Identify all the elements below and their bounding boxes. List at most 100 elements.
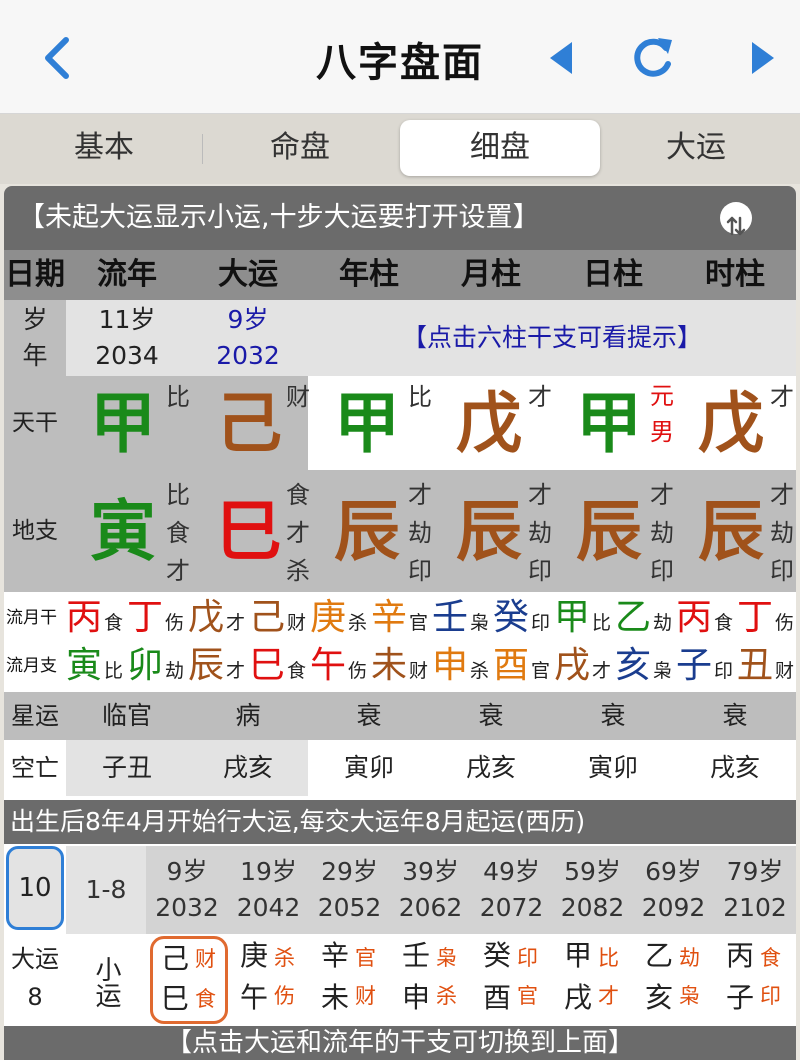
triangle-right-icon[interactable]: [750, 40, 776, 76]
liuyue-gan-8[interactable]: 癸印: [493, 594, 550, 642]
liuyue-zhi-11[interactable]: 子印: [676, 642, 733, 690]
tab-basic[interactable]: 基本: [4, 120, 204, 176]
kongwang-dayun: 戌亥: [188, 740, 308, 796]
tiangan-dayun-god: 财: [286, 383, 310, 411]
liuyue-zhi-12[interactable]: 丑财: [737, 642, 794, 690]
xiaoyun-range: 1-8: [66, 846, 146, 934]
xingyun-year: 衰: [308, 692, 430, 740]
dayun-age[interactable]: 9岁 2032: [188, 300, 308, 376]
footer-hint: 【点击大运和流年的干支可切换到上面】: [4, 1026, 796, 1060]
dizhi-hour[interactable]: 辰: [698, 499, 764, 565]
dayun-step-1[interactable]: 9岁 2032: [146, 846, 228, 934]
liuyue-zhi-1[interactable]: 寅比: [66, 642, 123, 690]
dayun-note: 出生后8年4月开始行大运,每交大运年8月起运(西历): [4, 800, 796, 844]
bazi-card: 【未起大运显示小运,十步大运要打开设置】 日期 流年 大运 年柱 月柱 日柱 时…: [4, 186, 796, 800]
dayun-step-8[interactable]: 79岁 2102: [714, 846, 796, 934]
dayun-ganzhi-8[interactable]: 丙食子印: [718, 934, 796, 1026]
dayun-ganzhi-4[interactable]: 壬枭申杀: [394, 934, 471, 1026]
dizhi-year-gods: 才劫印: [408, 481, 432, 585]
liuyue-gan-6[interactable]: 辛官: [371, 594, 428, 642]
xingyun-label: 星运: [4, 692, 66, 740]
dayun-ganzhi-7[interactable]: 乙劫亥枭: [637, 934, 714, 1026]
tiangan-hour-god: 才: [770, 383, 794, 411]
dayun-step-6[interactable]: 59岁 2082: [552, 846, 633, 934]
dizhi-hour-gods: 才劫印: [770, 481, 794, 585]
liuyue-gan-11[interactable]: 丙食: [676, 594, 733, 642]
nav-bar: 八字盘面: [0, 0, 800, 114]
liuyue-zhi-6[interactable]: 未财: [371, 642, 428, 690]
dizhi-month[interactable]: 辰: [456, 499, 522, 565]
liuyue-zhi-3[interactable]: 辰才: [188, 642, 245, 690]
tiangan-dayun[interactable]: 己: [216, 391, 282, 457]
liuyue-zhi-10[interactable]: 亥枭: [615, 642, 672, 690]
tab-bar: 基本 命盘 细盘 大运: [0, 114, 800, 184]
tiangan-month[interactable]: 戊: [456, 391, 522, 457]
tiangan-year[interactable]: 甲: [334, 391, 400, 457]
dayun-step-2[interactable]: 19岁 2042: [228, 846, 309, 934]
liuyue-gan-1[interactable]: 丙食: [66, 594, 123, 642]
dayun-step-3[interactable]: 29岁 2052: [309, 846, 390, 934]
liuyue-gan-7[interactable]: 壬枭: [432, 594, 489, 642]
dayun-ganzhi-5[interactable]: 癸印酉官: [475, 934, 552, 1026]
liuyue-zhi-4[interactable]: 巳食: [249, 642, 306, 690]
tiangan-hour[interactable]: 戊: [698, 391, 764, 457]
dizhi-month-gods: 才劫印: [528, 481, 552, 585]
notice-bar: 【未起大运显示小运,十步大运要打开设置】: [4, 186, 796, 250]
dizhi-year[interactable]: 辰: [334, 499, 400, 565]
dizhi-day[interactable]: 辰: [576, 499, 642, 565]
dayun-ganzhi-3[interactable]: 辛官未财: [313, 934, 390, 1026]
liuyue-zhi-row: 流月支 寅比 卯劫 辰才 巳食 午伤 未财 申杀 酉官 戌才 亥枭 子印 丑财: [4, 642, 796, 690]
dizhi-dayun[interactable]: 巳: [216, 499, 282, 565]
liuyue-zhi-7[interactable]: 申杀: [432, 642, 489, 690]
refresh-icon[interactable]: [630, 34, 676, 80]
liuyue-gan-2[interactable]: 丁伤: [127, 594, 184, 642]
tab-xipan[interactable]: 细盘: [400, 120, 600, 176]
dayun-step-5[interactable]: 49岁 2072: [471, 846, 552, 934]
liuyue-gan-label: 流月干: [6, 608, 57, 628]
liuyue-gan-5[interactable]: 庚杀: [310, 594, 367, 642]
col-day-pillar: 日柱: [552, 250, 674, 300]
dayun-ganzhi-1[interactable]: 己财巳食: [150, 936, 228, 1024]
notice-text: 【未起大运显示小运,十步大运要打开设置】: [18, 202, 540, 233]
liuyue-gan-3[interactable]: 戊才: [188, 594, 245, 642]
tiangan-liunian[interactable]: 甲: [90, 391, 156, 457]
current-age-box[interactable]: 10: [6, 846, 64, 930]
dayun-ganzhi-2[interactable]: 庚杀午伤: [232, 934, 309, 1026]
tiangan-day[interactable]: 甲: [576, 391, 642, 457]
tab-dayun[interactable]: 大运: [596, 120, 796, 176]
tab-mingpan[interactable]: 命盘: [200, 120, 400, 176]
liuyue-gan-12[interactable]: 丁伤: [737, 594, 794, 642]
liuyue-zhi-8[interactable]: 酉官: [493, 642, 550, 690]
tiangan-label: 天干: [4, 376, 66, 470]
col-dayun: 大运: [188, 250, 308, 300]
xingyun-liunian: 临官: [66, 692, 188, 740]
xingyun-day: 衰: [552, 692, 674, 740]
age-row-label: 岁年: [4, 300, 66, 376]
dizhi-dayun-gods: 食才杀: [286, 481, 310, 585]
liuyue-gan-row: 流月干 丙食 丁伤 戊才 己财 庚杀 辛官 壬枭 癸印 甲比 乙劫 丙食 丁伤: [4, 594, 796, 642]
dayun-section: 出生后8年4月开始行大运,每交大运年8月起运(西历) 10 1-8 9岁 2032…: [4, 800, 796, 1060]
liuyue-gan-9[interactable]: 甲比: [554, 594, 611, 642]
dayun-step-7[interactable]: 69岁 2092: [633, 846, 714, 934]
dayun-step-4[interactable]: 39岁 2062: [390, 846, 471, 934]
liuyue-gan-10[interactable]: 乙劫: [615, 594, 672, 642]
dayun-ganzhi-6[interactable]: 甲比戌才: [556, 934, 633, 1026]
liuyue-zhi-2[interactable]: 卯劫: [127, 642, 184, 690]
col-liunian: 流年: [66, 250, 188, 300]
xiaoyun-label[interactable]: 小运: [66, 934, 146, 1026]
swap-icon[interactable]: [720, 202, 752, 236]
tiangan-liunian-god: 比: [166, 383, 190, 411]
liuyue-zhi-9[interactable]: 戌才: [554, 642, 611, 690]
dizhi-liunian-gods: 比食才: [166, 481, 190, 585]
page-title: 八字盘面: [316, 40, 484, 86]
kongwang-liunian: 子丑: [66, 740, 188, 796]
liunian-age[interactable]: 11岁 2034: [66, 300, 188, 376]
kongwang-label: 空亡: [11, 754, 59, 782]
triangle-left-icon[interactable]: [548, 40, 574, 76]
dizhi-liunian[interactable]: 寅: [90, 499, 156, 565]
tiangan-year-god: 比: [408, 383, 432, 411]
liuyue-zhi-5[interactable]: 午伤: [310, 642, 367, 690]
kongwang-hour: 戌亥: [709, 753, 760, 782]
liuyue-gan-4[interactable]: 己财: [249, 594, 306, 642]
dizhi-label: 地支: [4, 470, 66, 592]
